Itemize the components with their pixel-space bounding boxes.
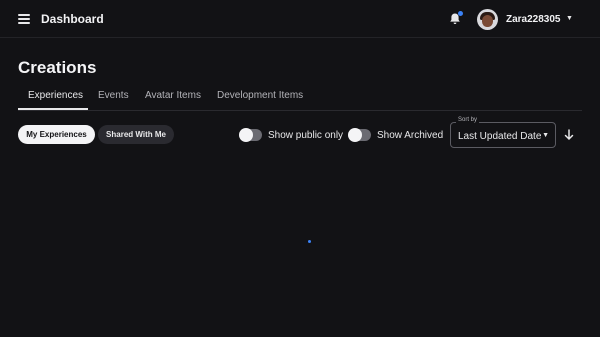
shared-with-me-button[interactable]: Shared With Me xyxy=(98,125,174,144)
active-tab-indicator xyxy=(18,108,88,110)
page-title: Creations xyxy=(18,58,97,77)
top-bar: Dashboard Zara228305 ▼ xyxy=(0,0,600,38)
bell-icon[interactable] xyxy=(448,11,463,26)
tab-avatar-items[interactable]: Avatar Items xyxy=(145,90,201,101)
tab-events[interactable]: Events xyxy=(98,90,129,101)
sort-legend: Sort by xyxy=(456,117,480,123)
loading-indicator xyxy=(308,240,311,243)
caret-down-icon[interactable]: ▼ xyxy=(566,15,573,22)
username[interactable]: Zara228305 xyxy=(506,14,561,25)
sort-select[interactable]: Sort by Last Updated Date ▼ xyxy=(450,117,556,148)
show-archived-label: Show Archived xyxy=(377,130,444,141)
show-public-only-toggle[interactable] xyxy=(239,128,262,142)
notification-dot xyxy=(458,11,463,16)
show-archived-toggle[interactable] xyxy=(348,128,371,142)
avatar[interactable] xyxy=(477,9,498,30)
show-public-only-label: Show public only xyxy=(268,130,344,141)
caret-down-icon: ▼ xyxy=(542,132,549,139)
tab-experiences[interactable]: Experiences xyxy=(28,90,83,101)
my-experiences-button[interactable]: My Experiences xyxy=(18,125,95,144)
sort-value: Last Updated Date xyxy=(458,131,542,142)
hamburger-menu-icon[interactable] xyxy=(18,14,30,24)
tab-bar: Experiences Events Avatar Items Developm… xyxy=(18,86,582,111)
tab-development-items[interactable]: Development Items xyxy=(217,90,303,101)
arrow-down-icon[interactable] xyxy=(563,128,575,142)
app-title: Dashboard xyxy=(41,12,104,26)
